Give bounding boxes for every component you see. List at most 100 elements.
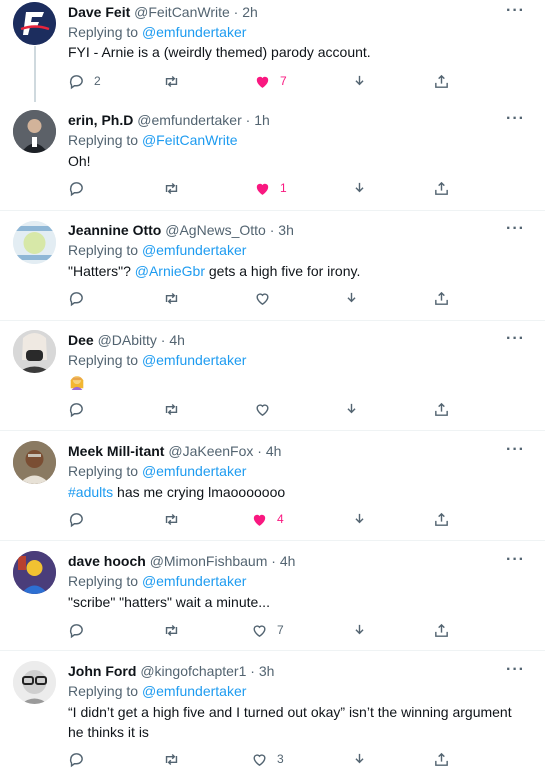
retweet-button[interactable] xyxy=(163,510,180,528)
handle[interactable]: @MimonFishbaum xyxy=(150,553,268,569)
letter-f-logo-icon xyxy=(13,2,56,45)
display-name[interactable]: Jeannine Otto xyxy=(68,222,161,238)
timestamp[interactable]: 3h xyxy=(278,222,294,238)
replying-to-link[interactable]: @emfundertaker xyxy=(142,463,246,479)
download-arrow-icon xyxy=(347,403,356,413)
like-button[interactable]: 3 xyxy=(251,750,284,768)
timestamp[interactable]: 4h xyxy=(280,553,296,569)
timestamp[interactable]: 3h xyxy=(259,663,275,679)
bookmark-button[interactable] xyxy=(351,750,368,768)
tweet-text: FYI - Arnie is a (weirdly themed) parody… xyxy=(68,44,371,60)
heart-filled-icon xyxy=(253,514,266,526)
bookmark-button[interactable] xyxy=(343,289,360,307)
replying-to-link[interactable]: @emfundertaker xyxy=(142,352,246,368)
heart-icon xyxy=(256,403,269,416)
mention-link[interactable]: @ArnieGbr xyxy=(135,263,205,279)
tweet[interactable]: Meek Mill-itant @JaKeenFox · 4h ··· Repl… xyxy=(0,431,545,541)
hashtag-link[interactable]: #adults xyxy=(68,484,113,500)
handle[interactable]: @JaKeenFox xyxy=(168,443,253,459)
tweet[interactable]: Dave Feit @FeitCanWrite · 2h ··· Replyin… xyxy=(0,0,545,102)
retweet-button[interactable] xyxy=(163,72,180,90)
retweet-icon xyxy=(165,403,178,415)
bookmark-button[interactable] xyxy=(351,179,368,197)
share-button[interactable] xyxy=(433,510,450,528)
more-icon[interactable]: ··· xyxy=(506,2,525,20)
avatar[interactable] xyxy=(13,2,56,45)
separator: · xyxy=(246,663,259,679)
like-button[interactable] xyxy=(254,400,271,418)
tweet-header: Dee @DAbitty · 4h xyxy=(68,332,185,348)
like-button[interactable]: 4 xyxy=(251,510,284,528)
reply-button[interactable] xyxy=(68,510,85,528)
display-name[interactable]: Dee xyxy=(68,332,94,348)
avatar[interactable] xyxy=(13,661,56,704)
more-icon[interactable]: ··· xyxy=(506,330,525,348)
share-button[interactable] xyxy=(433,750,450,768)
like-button[interactable]: 7 xyxy=(251,621,284,639)
more-icon[interactable]: ··· xyxy=(506,110,525,128)
share-button[interactable] xyxy=(433,400,450,418)
replying-to-link[interactable]: @emfundertaker xyxy=(142,683,246,699)
handle[interactable]: @emfundertaker xyxy=(137,112,241,128)
retweet-button[interactable] xyxy=(163,621,180,639)
reply-button[interactable]: 2 xyxy=(68,72,101,90)
replying-to-link[interactable]: @emfundertaker xyxy=(142,242,246,258)
like-button[interactable] xyxy=(254,289,271,307)
handle[interactable]: @AgNews_Otto xyxy=(165,222,266,238)
tweet[interactable]: John Ford @kingofchapter1 · 3h ··· Reply… xyxy=(0,651,545,783)
avatar[interactable] xyxy=(13,221,56,264)
retweet-button[interactable] xyxy=(163,289,180,307)
replying-to: Replying to @emfundertaker xyxy=(68,352,246,368)
timestamp[interactable]: 4h xyxy=(169,332,185,348)
timestamp[interactable]: 4h xyxy=(266,443,282,459)
bookmark-button[interactable] xyxy=(351,510,368,528)
avatar[interactable] xyxy=(13,110,56,153)
tweet[interactable]: Jeannine Otto @AgNews_Otto · 3h ··· Repl… xyxy=(0,211,545,321)
display-name[interactable]: Dave Feit xyxy=(68,4,130,20)
replying-to-label: Replying to xyxy=(68,573,139,589)
replying-to-link[interactable]: @emfundertaker xyxy=(142,573,246,589)
handle[interactable]: @kingofchapter1 xyxy=(140,663,246,679)
reply-button[interactable] xyxy=(68,179,85,197)
bookmark-button[interactable] xyxy=(351,72,368,90)
like-button[interactable]: 7 xyxy=(254,72,287,90)
reply-button[interactable] xyxy=(68,621,85,639)
heart-filled-icon xyxy=(256,183,269,195)
like-button[interactable]: 1 xyxy=(254,179,287,197)
handle[interactable]: @DAbitty xyxy=(98,332,157,348)
avatar[interactable] xyxy=(13,551,56,594)
more-icon[interactable]: ··· xyxy=(506,551,525,569)
timestamp[interactable]: 1h xyxy=(254,112,270,128)
more-icon[interactable]: ··· xyxy=(506,220,525,238)
avatar[interactable] xyxy=(13,330,56,373)
share-button[interactable] xyxy=(433,179,450,197)
replying-to-link[interactable]: @FeitCanWrite xyxy=(142,132,238,148)
bookmark-button[interactable] xyxy=(351,621,368,639)
handle[interactable]: @FeitCanWrite xyxy=(134,4,230,20)
share-button[interactable] xyxy=(433,72,450,90)
reply-button[interactable] xyxy=(68,750,85,768)
reply-button[interactable] xyxy=(68,289,85,307)
tweet[interactable]: erin, Ph.D @emfundertaker · 1h ··· Reply… xyxy=(0,100,545,211)
more-icon[interactable]: ··· xyxy=(506,661,525,679)
share-button[interactable] xyxy=(433,621,450,639)
tweet[interactable]: dave hooch @MimonFishbaum · 4h ··· Reply… xyxy=(0,541,545,651)
share-button[interactable] xyxy=(433,289,450,307)
retweet-button[interactable] xyxy=(163,750,180,768)
tweet[interactable]: Dee @DAbitty · 4h ··· Replying to @emfun… xyxy=(0,321,545,431)
timestamp[interactable]: 2h xyxy=(242,4,258,20)
replying-to-link[interactable]: @emfundertaker xyxy=(142,24,246,40)
retweet-button[interactable] xyxy=(163,400,180,418)
display-name[interactable]: John Ford xyxy=(68,663,136,679)
enough-feed-logo-icon xyxy=(13,221,56,264)
retweet-button[interactable] xyxy=(163,179,180,197)
tweet-text-part: gets a high five for irony. xyxy=(204,263,361,279)
bookmark-button[interactable] xyxy=(343,400,360,418)
reply-button[interactable] xyxy=(68,400,85,418)
more-icon[interactable]: ··· xyxy=(506,441,525,459)
tweet-text-part: "Hatters"? xyxy=(68,263,135,279)
display-name[interactable]: Meek Mill-itant xyxy=(68,443,164,459)
display-name[interactable]: erin, Ph.D xyxy=(68,112,133,128)
display-name[interactable]: dave hooch xyxy=(68,553,146,569)
avatar[interactable] xyxy=(13,441,56,484)
